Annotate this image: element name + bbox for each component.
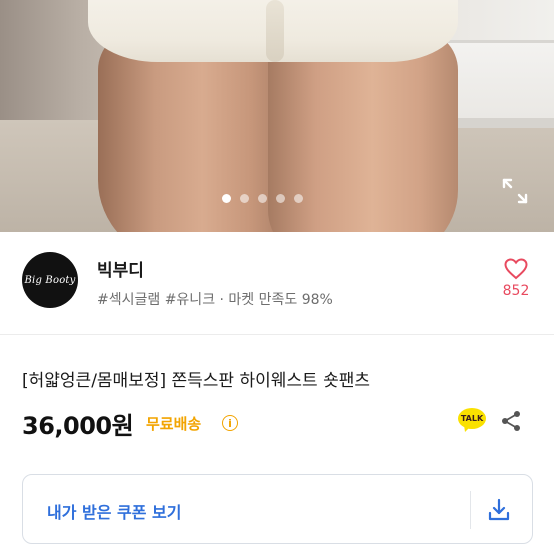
seller-row: Big Booty 빅부디 #섹시글램 #유니크 · 마켓 만족도 98% 85… [0,232,554,335]
product-image[interactable] [0,0,554,232]
carousel-dot[interactable] [276,194,285,203]
photo-shorts [88,0,458,62]
seller-name[interactable]: 빅부디 [97,256,144,281]
seller-avatar-logo: Big Booty [24,274,76,286]
shipping-badge: 무료배송 [146,415,202,433]
like-count: 852 [502,283,530,299]
info-icon[interactable]: i [222,415,238,431]
kakao-talk-button[interactable]: TALK [458,408,486,432]
product-price: 36,000원 [22,412,134,440]
seller-avatar[interactable]: Big Booty [22,252,78,308]
carousel-dot[interactable] [294,194,303,203]
carousel-dots [222,194,303,203]
like-button[interactable]: 852 [497,258,535,299]
seller-tags: #섹시글램 #유니크 · 마켓 만족도 98% [97,292,333,308]
download-icon[interactable] [486,497,512,523]
coupon-label: 내가 받은 쿠폰 보기 [47,503,182,522]
product-title: [허얇엉큰/몸매보정] 쫀득스판 하이웨스트 숏팬츠 [22,371,371,391]
share-icon[interactable] [499,409,523,433]
talk-icon: TALK [458,408,486,429]
coupon-divider [470,491,471,529]
carousel-dot[interactable] [222,194,231,203]
carousel-dot[interactable] [240,194,249,203]
talk-label: TALK [460,414,484,423]
carousel-dot[interactable] [258,194,267,203]
expand-icon[interactable] [500,176,530,206]
coupon-button[interactable]: 내가 받은 쿠폰 보기 [22,474,533,544]
heart-outline-icon [504,258,528,280]
